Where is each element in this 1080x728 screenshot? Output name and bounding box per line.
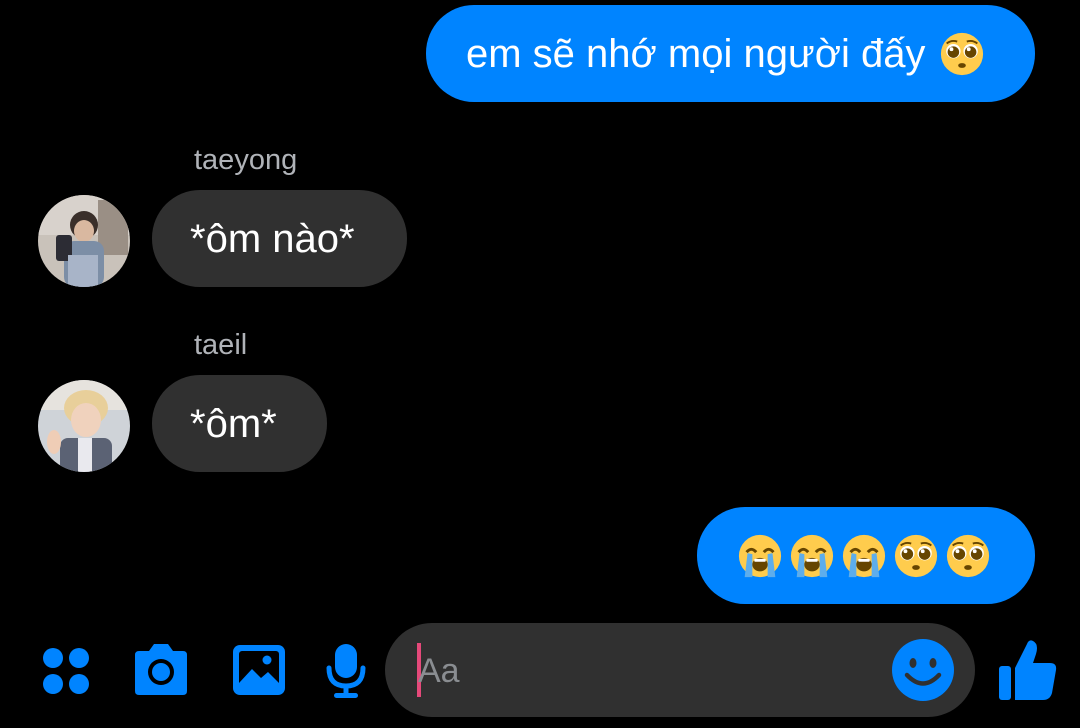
incoming-message-bubble[interactable]: *ôm nào* <box>152 190 407 287</box>
thumbs-up-icon[interactable] <box>997 638 1059 702</box>
avatar-taeyong[interactable] <box>38 195 130 287</box>
loudly-crying-face-emoji <box>738 534 782 577</box>
outgoing-message-bubble[interactable]: em sẽ nhớ mọi người đấy <box>426 5 1035 102</box>
message-text: *ôm* <box>190 401 277 446</box>
avatar-photo-icon <box>38 195 130 287</box>
message-input-placeholder: Aa <box>418 652 460 690</box>
microphone-icon[interactable] <box>325 643 367 699</box>
loudly-crying-face-emoji <box>790 534 834 577</box>
message-input[interactable]: Aa <box>385 623 975 717</box>
message-text: em sẽ nhớ mọi người đấy <box>466 31 926 76</box>
incoming-message-bubble[interactable]: *ôm* <box>152 375 327 472</box>
avatar-taeil[interactable] <box>38 380 130 472</box>
sender-name: taeyong <box>194 144 298 176</box>
camera-icon[interactable] <box>131 643 191 697</box>
pleading-face-emoji <box>941 32 984 75</box>
sender-name: taeil <box>194 329 248 361</box>
pleading-face-emoji <box>894 534 938 577</box>
smiley-face-icon[interactable] <box>890 637 956 703</box>
loudly-crying-face-emoji <box>842 534 886 577</box>
message-text: *ôm nào* <box>190 216 355 261</box>
image-gallery-icon[interactable] <box>231 643 287 697</box>
pleading-face-emoji <box>946 534 990 577</box>
emoji-row <box>737 533 991 579</box>
avatar-photo-icon <box>38 380 130 472</box>
outgoing-message-bubble[interactable] <box>697 507 1035 604</box>
apps-grid-icon[interactable] <box>40 645 92 697</box>
